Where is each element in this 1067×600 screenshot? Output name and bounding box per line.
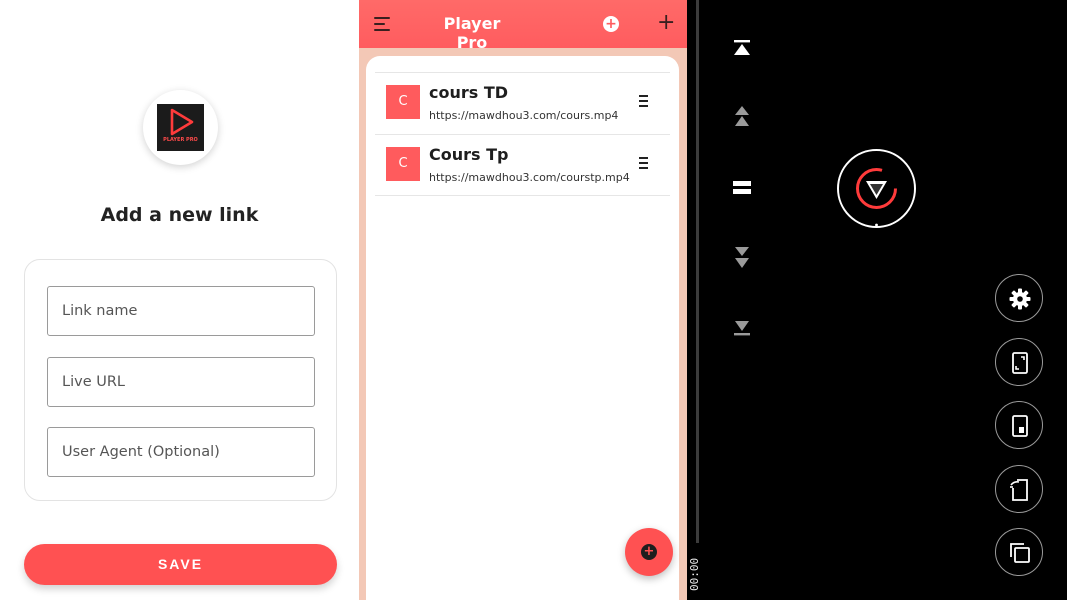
- copy-window-button[interactable]: [995, 528, 1043, 576]
- fit-screen-button[interactable]: [995, 338, 1043, 386]
- item-menu-icon[interactable]: [639, 95, 649, 107]
- add-link-panel: PLAYER PRO Add a new link SAVE: [0, 0, 359, 600]
- item-url: https://mawdhou3.com/courstp.mp4: [429, 171, 630, 184]
- list-item[interactable]: C Cours Tp https://mawdhou3.com/courstp.…: [375, 134, 670, 196]
- app-title: Player Pro: [443, 14, 501, 52]
- menu-icon[interactable]: [374, 16, 392, 32]
- link-name-field: [47, 286, 315, 336]
- item-avatar: C: [386, 85, 420, 119]
- fit-screen-icon: [1012, 352, 1028, 374]
- play-logo-icon: [170, 108, 194, 136]
- picture-in-picture-button[interactable]: [995, 401, 1043, 449]
- link-list: C cours TD https://mawdhou3.com/cours.mp…: [366, 56, 679, 600]
- page-title: Add a new link: [100, 204, 259, 226]
- play-button[interactable]: [837, 149, 916, 228]
- live-url-input[interactable]: [48, 358, 314, 406]
- item-title: Cours Tp: [429, 145, 509, 164]
- item-url: https://mawdhou3.com/cours.mp4: [429, 109, 619, 122]
- logo-box: PLAYER PRO: [157, 104, 204, 151]
- app-logo: PLAYER PRO: [143, 90, 218, 165]
- item-menu-icon[interactable]: [639, 157, 649, 169]
- add-link-fab[interactable]: +: [625, 528, 673, 576]
- rotate-screen-icon: [1010, 479, 1028, 501]
- add-circle-icon: +: [641, 544, 657, 560]
- picture-in-picture-icon: [1012, 415, 1028, 437]
- copy-window-icon: [1010, 543, 1030, 563]
- skip-to-bottom-icon[interactable]: [732, 318, 752, 342]
- rotate-screen-button[interactable]: [995, 465, 1043, 513]
- player-panel: 00:00: [687, 0, 1067, 600]
- user-agent-input[interactable]: [48, 428, 314, 476]
- loading-ring-icon: [856, 168, 897, 226]
- link-name-input[interactable]: [48, 287, 314, 335]
- seek-up-icon[interactable]: [732, 104, 752, 128]
- settings-button[interactable]: [995, 274, 1043, 322]
- item-title: cours TD: [429, 83, 509, 102]
- user-agent-field: [47, 427, 315, 477]
- gear-icon: [1009, 288, 1031, 310]
- pause-icon[interactable]: [732, 178, 752, 202]
- screen-root: PLAYER PRO Add a new link SAVE Playe: [0, 0, 1067, 600]
- add-circle-icon[interactable]: +: [603, 16, 619, 32]
- app-bar: Player Pro + +: [359, 0, 687, 52]
- seek-down-icon[interactable]: [732, 245, 752, 269]
- logo-text: PLAYER PRO: [163, 137, 198, 143]
- link-list-panel: Player Pro + + C cours TD https://mawdho…: [359, 0, 687, 600]
- skip-to-top-icon[interactable]: [732, 38, 752, 62]
- list-item[interactable]: C cours TD https://mawdhou3.com/cours.mp…: [375, 72, 670, 134]
- time-label: 00:00: [688, 557, 701, 591]
- add-icon[interactable]: +: [657, 12, 675, 34]
- seek-bar[interactable]: [696, 0, 699, 543]
- link-form: [24, 259, 337, 501]
- save-button[interactable]: SAVE: [24, 544, 337, 585]
- live-url-field: [47, 357, 315, 407]
- item-avatar: C: [386, 147, 420, 181]
